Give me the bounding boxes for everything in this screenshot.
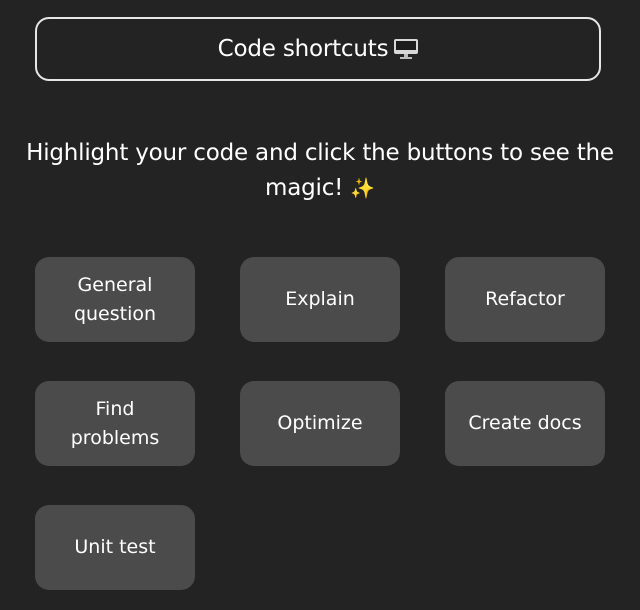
optimize-label: Optimize	[277, 412, 363, 434]
create-docs-label: Create docs	[468, 412, 582, 434]
refactor-label: Refactor	[485, 288, 565, 310]
explain-label: Explain	[285, 288, 355, 310]
code-shortcuts-header: Code shortcuts	[35, 17, 601, 81]
find-problems-label: Find problems	[70, 397, 160, 449]
unit-test-button[interactable]: Unit test	[35, 505, 195, 590]
general-question-label: General question	[73, 273, 157, 325]
sparkles-icon: ✨	[350, 176, 375, 200]
create-docs-button[interactable]: Create docs	[445, 381, 605, 466]
monitor-icon	[394, 39, 419, 59]
optimize-button[interactable]: Optimize	[240, 381, 400, 466]
intro-text: Highlight your code and click the button…	[20, 136, 620, 206]
header-title: Code shortcuts	[217, 36, 389, 62]
refactor-button[interactable]: Refactor	[445, 257, 605, 342]
unit-test-label: Unit test	[74, 536, 156, 558]
find-problems-button[interactable]: Find problems	[35, 381, 195, 466]
explain-button[interactable]: Explain	[240, 257, 400, 342]
general-question-button[interactable]: General question	[35, 257, 195, 342]
intro-message: Highlight your code and click the button…	[26, 140, 614, 201]
